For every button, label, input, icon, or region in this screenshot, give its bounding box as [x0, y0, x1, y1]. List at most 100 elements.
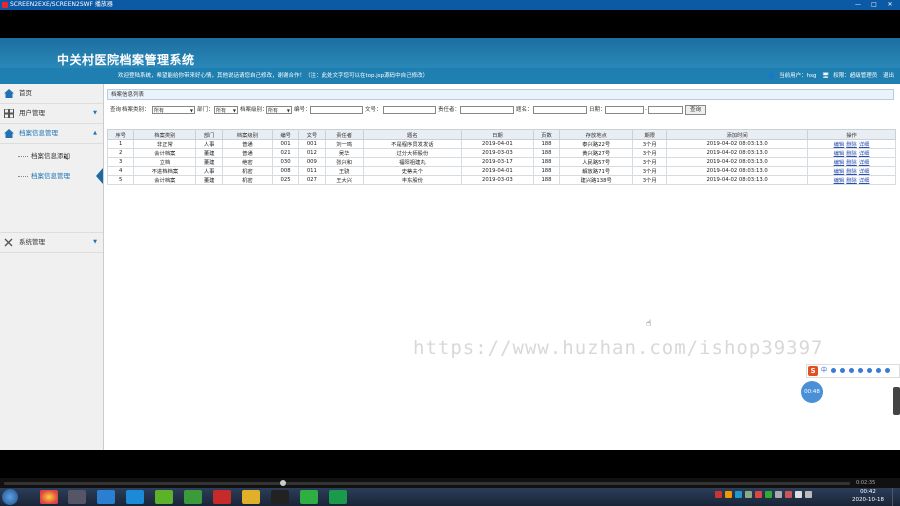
keyboard-icon[interactable]	[858, 368, 863, 373]
chevron-down-icon: ▼	[93, 110, 97, 116]
tray-app-icon[interactable]	[765, 491, 772, 498]
sidebar-subitem-manage[interactable]: 档案信息管理	[18, 168, 98, 184]
taskbar-clock[interactable]: 00:42 2020-10-18	[848, 488, 888, 504]
settings-icon[interactable]	[885, 368, 890, 373]
close-button[interactable]: ✕	[884, 1, 896, 9]
delete-link[interactable]: 删除	[846, 160, 857, 166]
user-icon: 👤	[768, 73, 776, 79]
table-cell: 2019-03-03	[460, 175, 534, 185]
edit-link[interactable]: 编辑	[834, 169, 845, 175]
tray-app-icon[interactable]	[715, 491, 722, 498]
detail-link[interactable]: 详细	[859, 178, 870, 184]
toolbox-icon[interactable]	[876, 368, 881, 373]
sidebar-item-users[interactable]: 用户管理 ▼	[0, 104, 103, 124]
table-cell: 王骁	[324, 166, 364, 176]
start-button-icon[interactable]	[2, 489, 18, 505]
side-handle[interactable]	[893, 387, 900, 415]
table-cell: 188	[532, 166, 561, 176]
screen-recorder-icon[interactable]	[329, 490, 347, 504]
table-cell: 解放路71号	[559, 166, 634, 176]
tray-app-icon[interactable]	[755, 491, 762, 498]
chrome-icon[interactable]	[40, 490, 58, 504]
tool-icon[interactable]	[155, 490, 173, 504]
wechat-icon[interactable]	[300, 490, 318, 504]
dept-label: 部门：	[197, 107, 214, 113]
app-launcher-icon[interactable]	[68, 490, 86, 504]
doc-label: 文号：	[365, 107, 382, 113]
table-cell: 3个月	[632, 139, 668, 149]
maximize-button[interactable]: □	[868, 1, 880, 9]
column-header: 序号	[106, 129, 135, 140]
qq-icon[interactable]	[271, 490, 289, 504]
edit-link[interactable]: 编辑	[834, 142, 845, 148]
app-title: 中关村医院档案管理系统	[57, 53, 195, 67]
network-app-icon[interactable]	[97, 490, 115, 504]
delete-link[interactable]: 删除	[846, 151, 857, 157]
dept-select[interactable]: 所有 ▼	[214, 106, 238, 114]
tray-app-icon[interactable]	[735, 491, 742, 498]
column-header: 题名	[362, 129, 462, 140]
ime-toolbar[interactable]: S 中	[806, 364, 900, 378]
delete-link[interactable]: 删除	[846, 178, 857, 184]
tray-app-icon[interactable]	[775, 491, 782, 498]
tray-app-icon[interactable]	[725, 491, 732, 498]
user-info: 👤 当前用户：hsg 🖥 权限：超级管理员 退出	[764, 68, 894, 84]
edit-link[interactable]: 编辑	[834, 160, 845, 166]
microphone-icon[interactable]	[849, 368, 854, 373]
sidebar-subitem-add[interactable]: 档案信息添加	[18, 148, 98, 164]
table-cell: 2019-03-03	[460, 148, 534, 158]
date-from-input[interactable]	[605, 106, 644, 114]
owner-input[interactable]	[460, 106, 514, 114]
punctuation-icon[interactable]	[831, 368, 836, 373]
sidebar-item-home[interactable]: 首页	[0, 84, 103, 104]
table-cell: 188	[532, 175, 561, 185]
delete-link[interactable]: 删除	[846, 142, 857, 148]
doc-number-input[interactable]	[383, 106, 436, 114]
tray-app-icon[interactable]	[745, 491, 752, 498]
sidebar-item-archives[interactable]: 档案信息管理 ▲	[0, 124, 103, 144]
seek-handle[interactable]	[280, 480, 286, 486]
level-select[interactable]: 所有 ▼	[266, 106, 292, 114]
table-cell: 4	[106, 166, 135, 176]
show-desktop-button[interactable]	[892, 488, 900, 506]
clock-time: 00:42	[860, 489, 876, 495]
detail-link[interactable]: 详细	[859, 160, 870, 166]
edit-link[interactable]: 编辑	[834, 151, 845, 157]
table-row: 2 会计档案 董建 普通 021 012 吴华 过分大师股份 2019-03-03 188 黄兴路2…	[106, 148, 896, 158]
dept-select-value: 所有	[216, 108, 227, 114]
date-to-input[interactable]	[648, 106, 683, 114]
edit-link[interactable]: 编辑	[834, 178, 845, 184]
detail-link[interactable]: 详细	[859, 151, 870, 157]
detail-link[interactable]: 详细	[859, 169, 870, 175]
window-title: SCREEN2EXE/SCREEN2SWF 播放器	[10, 1, 113, 8]
flash-icon[interactable]	[213, 490, 231, 504]
skin-icon[interactable]	[867, 368, 872, 373]
table-actions: 编辑 删除 详细	[807, 157, 896, 167]
ime-mode[interactable]: 中	[821, 365, 827, 377]
tray-app-icon[interactable]	[785, 491, 792, 498]
emoji-icon[interactable]	[840, 368, 845, 373]
logout-link[interactable]: 退出	[883, 73, 894, 79]
seek-bar[interactable]	[4, 482, 850, 485]
browser-icon[interactable]	[126, 490, 144, 504]
table-cell: 3个月	[632, 148, 668, 158]
folder-icon[interactable]	[242, 490, 260, 504]
minimize-button[interactable]: —	[852, 1, 864, 9]
delete-link[interactable]: 删除	[846, 169, 857, 175]
sidebar-item-label: 系统管理	[19, 238, 45, 246]
table-cell: 2019-04-02 08:03:13.0	[666, 157, 809, 167]
chart-app-icon[interactable]	[184, 490, 202, 504]
volume-icon[interactable]	[795, 491, 802, 498]
query-label: 查询	[110, 107, 122, 113]
panel-title: 档案信息列表	[107, 89, 894, 100]
network-icon[interactable]	[805, 491, 812, 498]
sidebar-item-system[interactable]: 系统管理 ▼	[0, 232, 103, 253]
table-cell: 立档	[133, 157, 197, 167]
search-button[interactable]: 查询	[685, 105, 706, 115]
title-input[interactable]	[533, 106, 587, 114]
level-label: 档案级别：	[240, 107, 268, 113]
number-input[interactable]	[310, 106, 363, 114]
type-select[interactable]: 所有 ▼	[152, 106, 195, 114]
sidebar-item-label: 用户管理	[19, 109, 45, 117]
detail-link[interactable]: 详细	[859, 142, 870, 148]
